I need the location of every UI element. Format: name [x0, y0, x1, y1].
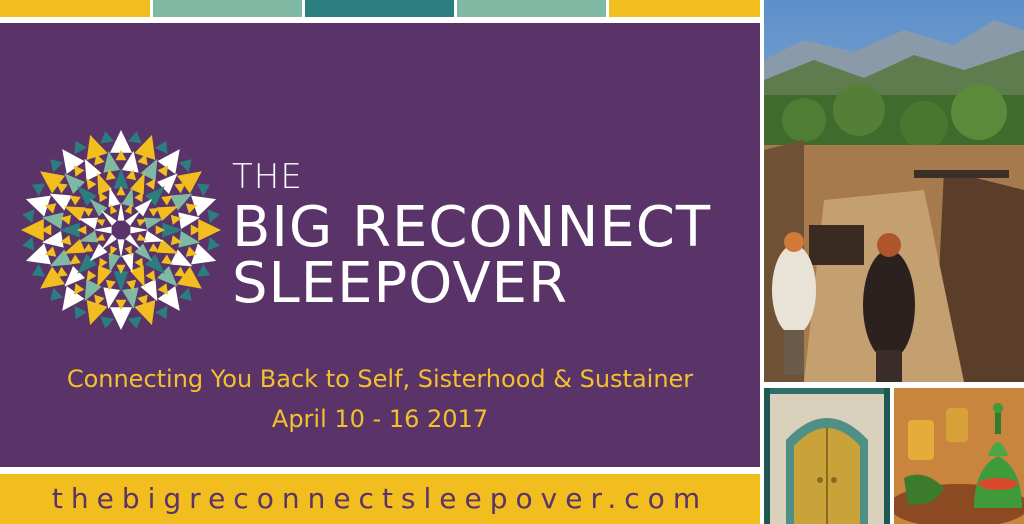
title-sleepover: SLEEPOVER	[232, 251, 568, 316]
purple-panel: THE BIG RECONNECT SLEEPOVER Connecting Y…	[0, 23, 760, 467]
tagline: Connecting You Back to Self, Sisterhood …	[66, 365, 694, 393]
stripe-teal-light-2	[457, 0, 606, 17]
stripe-gold-2	[609, 0, 760, 17]
footer-bar: thebigreconnectsleepover.com	[0, 474, 760, 524]
website-link[interactable]: thebigreconnectsleepover.com	[0, 482, 760, 515]
rosette-logo-icon	[21, 130, 221, 330]
photo-ornate-door	[764, 388, 890, 524]
photo-tea-tagine	[894, 388, 1024, 524]
photo-mountain-village	[764, 0, 1024, 382]
event-dates: April 10 - 16 2017	[271, 405, 489, 433]
title-the: THE	[232, 157, 303, 197]
stripe-teal-dark	[305, 0, 454, 17]
stripe-gold-1	[0, 0, 150, 17]
stripe-teal-light-1	[153, 0, 302, 17]
